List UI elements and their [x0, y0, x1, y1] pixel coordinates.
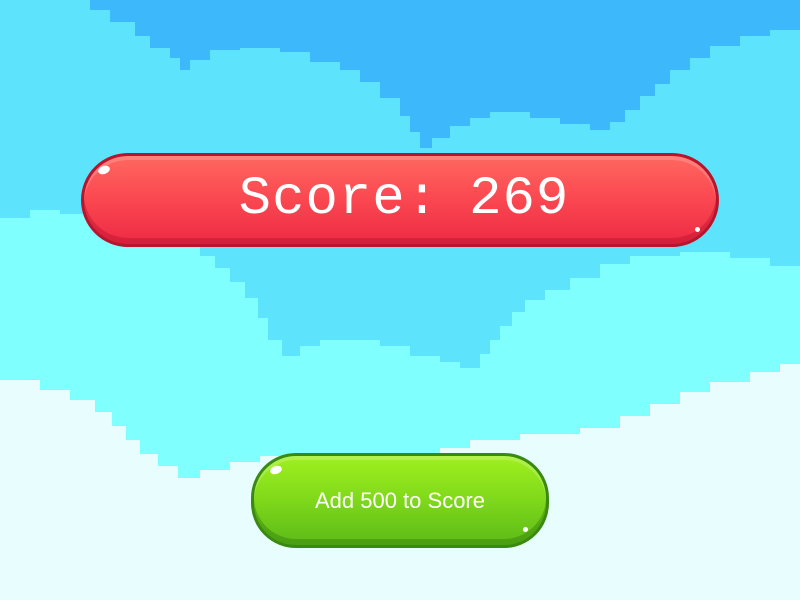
- score-display: Score: 269: [81, 153, 719, 247]
- score-gloss-highlight: [96, 164, 112, 176]
- add-500-button[interactable]: Add 500 to Score: [251, 453, 549, 548]
- button-gloss-highlight: [268, 464, 284, 476]
- score-gloss-dot: [695, 227, 700, 232]
- score-value: 269: [469, 169, 570, 230]
- add-500-button-label: Add 500 to Score: [314, 487, 485, 513]
- button-gloss-dot: [523, 527, 528, 532]
- score-label: Score:: [238, 169, 440, 230]
- game-stage: Score: 269 Add 500 to Score: [0, 0, 800, 600]
